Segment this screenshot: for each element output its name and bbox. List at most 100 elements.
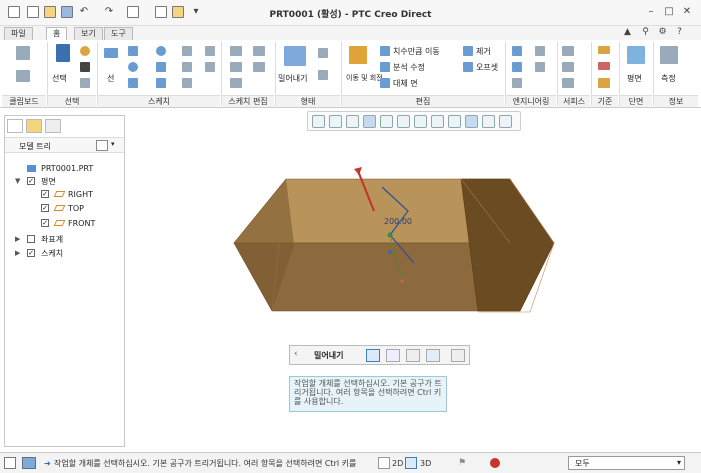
datum-point-icon[interactable] (598, 78, 610, 88)
settings-icon[interactable]: ⚙ (657, 27, 668, 38)
merge-surface-icon[interactable] (562, 62, 574, 72)
folder-browser-tab-icon[interactable] (26, 119, 42, 133)
filter-icon[interactable] (80, 46, 90, 56)
draft-icon[interactable] (535, 62, 545, 72)
saved-orientations-icon[interactable] (431, 115, 444, 128)
tree-item-csys[interactable]: ▶ 좌표계 (5, 233, 124, 246)
refit-icon[interactable] (312, 115, 325, 128)
select-cursor-icon[interactable] (56, 44, 70, 62)
zoom-in-icon[interactable] (329, 115, 342, 128)
selection-filter-select[interactable]: 모두 ▾ (568, 456, 685, 470)
tree-item-top[interactable]: ✓ TOP (5, 202, 124, 215)
dashboard-options-icon[interactable] (451, 349, 465, 362)
tree-settings-icon[interactable] (96, 140, 108, 151)
find-icon[interactable] (80, 78, 90, 88)
tree-item-front[interactable]: ✓ FRONT (5, 217, 124, 230)
replace-face-button[interactable]: 대체 면 (393, 78, 418, 89)
search-icon[interactable]: ⚲ (640, 27, 651, 38)
mode-3d-label[interactable]: 3D (420, 457, 431, 470)
tab-tools[interactable]: 도구 (104, 27, 133, 40)
round-icon[interactable] (512, 62, 522, 72)
regen-status-icon[interactable] (490, 458, 500, 468)
named-views-icon[interactable] (380, 115, 393, 128)
tab-file[interactable]: 파일 (4, 27, 33, 40)
tree-item-part[interactable]: PRT0001.PRT (5, 162, 124, 175)
select-button[interactable]: 선택 (52, 73, 67, 84)
remove-icon[interactable] (463, 46, 473, 56)
hole-icon[interactable] (512, 46, 522, 56)
revolve-icon[interactable] (318, 48, 328, 58)
visibility-checkbox[interactable]: ✓ (41, 219, 49, 227)
project-icon[interactable] (182, 78, 192, 88)
visibility-checkbox[interactable]: ✓ (41, 204, 49, 212)
analysis-edit-icon[interactable] (380, 62, 390, 72)
rectangle-icon[interactable] (128, 46, 138, 56)
dim-move-icon[interactable] (380, 46, 390, 56)
shell-icon[interactable] (535, 46, 545, 56)
plane-section-button[interactable]: 평면 (627, 73, 642, 84)
sketch-vertex[interactable] (387, 232, 393, 238)
spin-center-icon[interactable] (465, 115, 478, 128)
dimension-label[interactable]: 200.00 (384, 217, 412, 226)
dashboard-collapse-icon[interactable]: ‹ (294, 349, 298, 359)
ellipse-icon[interactable] (156, 46, 166, 56)
move-rotate-button[interactable]: 이동 및 회전 (346, 73, 383, 83)
text-sketch-icon[interactable] (205, 46, 215, 56)
measure-button[interactable]: 측정 (661, 73, 676, 84)
offset-button[interactable]: 오프셋 (476, 62, 498, 73)
maximize-icon[interactable]: □ (663, 6, 675, 18)
paste-icon[interactable] (16, 46, 30, 60)
analysis-edit-button[interactable]: 분석 수정 (393, 62, 425, 73)
tree-item-sketch[interactable]: ▶ ✓ 스케치 (5, 247, 124, 260)
expand-triangle-icon[interactable]: ▶ (15, 233, 23, 246)
tab-view[interactable]: 보기 (74, 27, 103, 40)
trim-surface-icon[interactable] (562, 78, 574, 88)
flag-icon[interactable]: ⚑ (458, 458, 466, 468)
visibility-checkbox[interactable]: ✓ (41, 190, 49, 198)
chevron-down-icon[interactable]: ▾ (677, 458, 681, 467)
measure-icon[interactable] (660, 46, 678, 64)
circle-icon[interactable] (128, 62, 138, 72)
extrude-icon[interactable] (284, 46, 306, 66)
extrude-button[interactable]: 밀어내기 (278, 73, 307, 84)
section-display-icon[interactable] (499, 115, 512, 128)
fill-surface-icon[interactable] (562, 46, 574, 56)
sketch-2d-icon[interactable] (378, 457, 390, 469)
chevron-down-icon[interactable]: ▾ (111, 140, 115, 148)
extrude-taper-icon[interactable] (426, 349, 440, 362)
browser-toggle-icon[interactable] (22, 457, 36, 469)
help-icon[interactable]: ? (674, 27, 685, 38)
model-3d-icon[interactable] (405, 457, 417, 469)
extrude-depth-icon[interactable] (406, 349, 420, 362)
collapse-ribbon-icon[interactable]: ▲ (622, 27, 633, 38)
delete-x-icon[interactable] (80, 62, 90, 72)
zoom-out-icon[interactable] (346, 115, 359, 128)
model-tree-tab-icon[interactable] (7, 119, 23, 133)
move-rotate-icon[interactable] (349, 46, 367, 64)
fillet-icon[interactable] (156, 78, 166, 88)
visibility-checkbox[interactable]: ✓ (27, 249, 35, 257)
annotation-display-icon[interactable] (482, 115, 495, 128)
copy-icon[interactable] (16, 70, 30, 82)
dim-move-button[interactable]: 치수만큼 이동 (393, 46, 440, 57)
expand-triangle-icon[interactable]: ▶ (15, 247, 23, 260)
pattern-icon[interactable] (512, 78, 522, 88)
divide-icon[interactable] (230, 62, 242, 72)
offset-icon[interactable] (463, 62, 473, 72)
sweep-icon[interactable] (318, 70, 328, 80)
spline-icon[interactable] (156, 62, 166, 72)
mode-2d-label[interactable]: 2D (392, 457, 403, 470)
repaint-icon[interactable] (363, 115, 376, 128)
visibility-checkbox[interactable] (27, 235, 35, 243)
chamfer-icon[interactable] (182, 46, 192, 56)
sketch-vertex[interactable] (400, 279, 404, 283)
orient-icon[interactable] (397, 115, 410, 128)
line-button[interactable]: 선 (107, 73, 114, 84)
extrude-surface-icon[interactable] (386, 349, 400, 362)
favorites-tab-icon[interactable] (45, 119, 61, 133)
arc-icon[interactable] (128, 78, 138, 88)
palette-icon[interactable] (205, 62, 215, 72)
tree-item-planes[interactable]: ▼ ✓ 평면 (5, 175, 124, 188)
datum-display-icon[interactable] (448, 115, 461, 128)
toggle-navigator-icon[interactable] (4, 457, 16, 469)
